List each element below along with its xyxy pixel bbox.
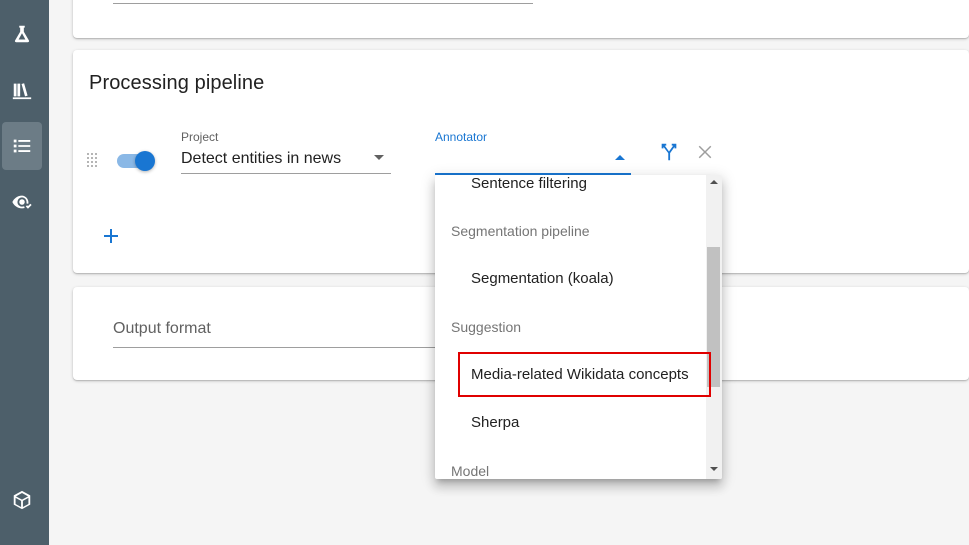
add-step-button[interactable] bbox=[99, 224, 123, 248]
fork-icon bbox=[661, 143, 677, 161]
toggle-thumb bbox=[135, 151, 155, 171]
chevron-down-icon bbox=[374, 155, 384, 160]
annotator-label: Annotator bbox=[435, 130, 488, 144]
remove-step-button[interactable] bbox=[693, 140, 717, 164]
input-field-underline bbox=[113, 3, 533, 4]
menu-option[interactable]: Media-related Wikidata concepts bbox=[471, 366, 689, 383]
input-card bbox=[73, 0, 969, 38]
project-select[interactable]: Project Detect entities in news bbox=[181, 130, 391, 174]
project-underline bbox=[181, 173, 391, 174]
sidebar-item-experiments[interactable] bbox=[2, 10, 42, 58]
project-label: Project bbox=[181, 130, 219, 144]
pipeline-title: Processing pipeline bbox=[89, 72, 265, 94]
menu-group-header: Segmentation pipeline bbox=[451, 223, 590, 239]
output-format-placeholder: Output format bbox=[113, 320, 211, 337]
sidebar-item-models[interactable] bbox=[2, 476, 42, 524]
close-icon bbox=[698, 145, 712, 159]
drag-handle-icon[interactable] bbox=[87, 153, 99, 167]
output-format-underline bbox=[113, 347, 443, 348]
sidebar bbox=[0, 0, 49, 545]
scroll-up-arrow-icon[interactable] bbox=[710, 180, 718, 184]
sidebar-item-library[interactable] bbox=[2, 66, 42, 114]
scrollbar-thumb[interactable] bbox=[707, 247, 720, 387]
cube-icon bbox=[13, 490, 31, 510]
project-value: Detect entities in news bbox=[181, 150, 342, 167]
list-icon bbox=[13, 139, 31, 153]
library-icon bbox=[12, 83, 32, 100]
sidebar-item-pipelines[interactable] bbox=[2, 122, 42, 170]
fork-button[interactable] bbox=[657, 140, 681, 164]
output-format-select[interactable]: Output format bbox=[113, 320, 443, 348]
sidebar-item-review[interactable] bbox=[2, 178, 42, 226]
menu-option[interactable]: Sherpa bbox=[471, 414, 519, 431]
chevron-up-icon bbox=[615, 155, 625, 160]
menu-group-header: Model bbox=[451, 463, 490, 479]
flask-icon bbox=[14, 25, 30, 43]
eye-check-icon bbox=[12, 195, 32, 209]
plus-icon bbox=[104, 229, 118, 243]
annotator-menu: Sentence filtering Segmentation pipeline… bbox=[435, 175, 722, 479]
scroll-down-arrow-icon[interactable] bbox=[710, 467, 718, 471]
menu-option[interactable]: Segmentation (koala) bbox=[471, 270, 614, 287]
menu-option[interactable]: Sentence filtering bbox=[471, 175, 587, 192]
annotator-select[interactable]: Annotator bbox=[435, 130, 631, 175]
menu-scrollbar[interactable] bbox=[706, 175, 722, 479]
step-enabled-toggle[interactable] bbox=[117, 151, 155, 171]
menu-group-header: Suggestion bbox=[451, 319, 522, 335]
